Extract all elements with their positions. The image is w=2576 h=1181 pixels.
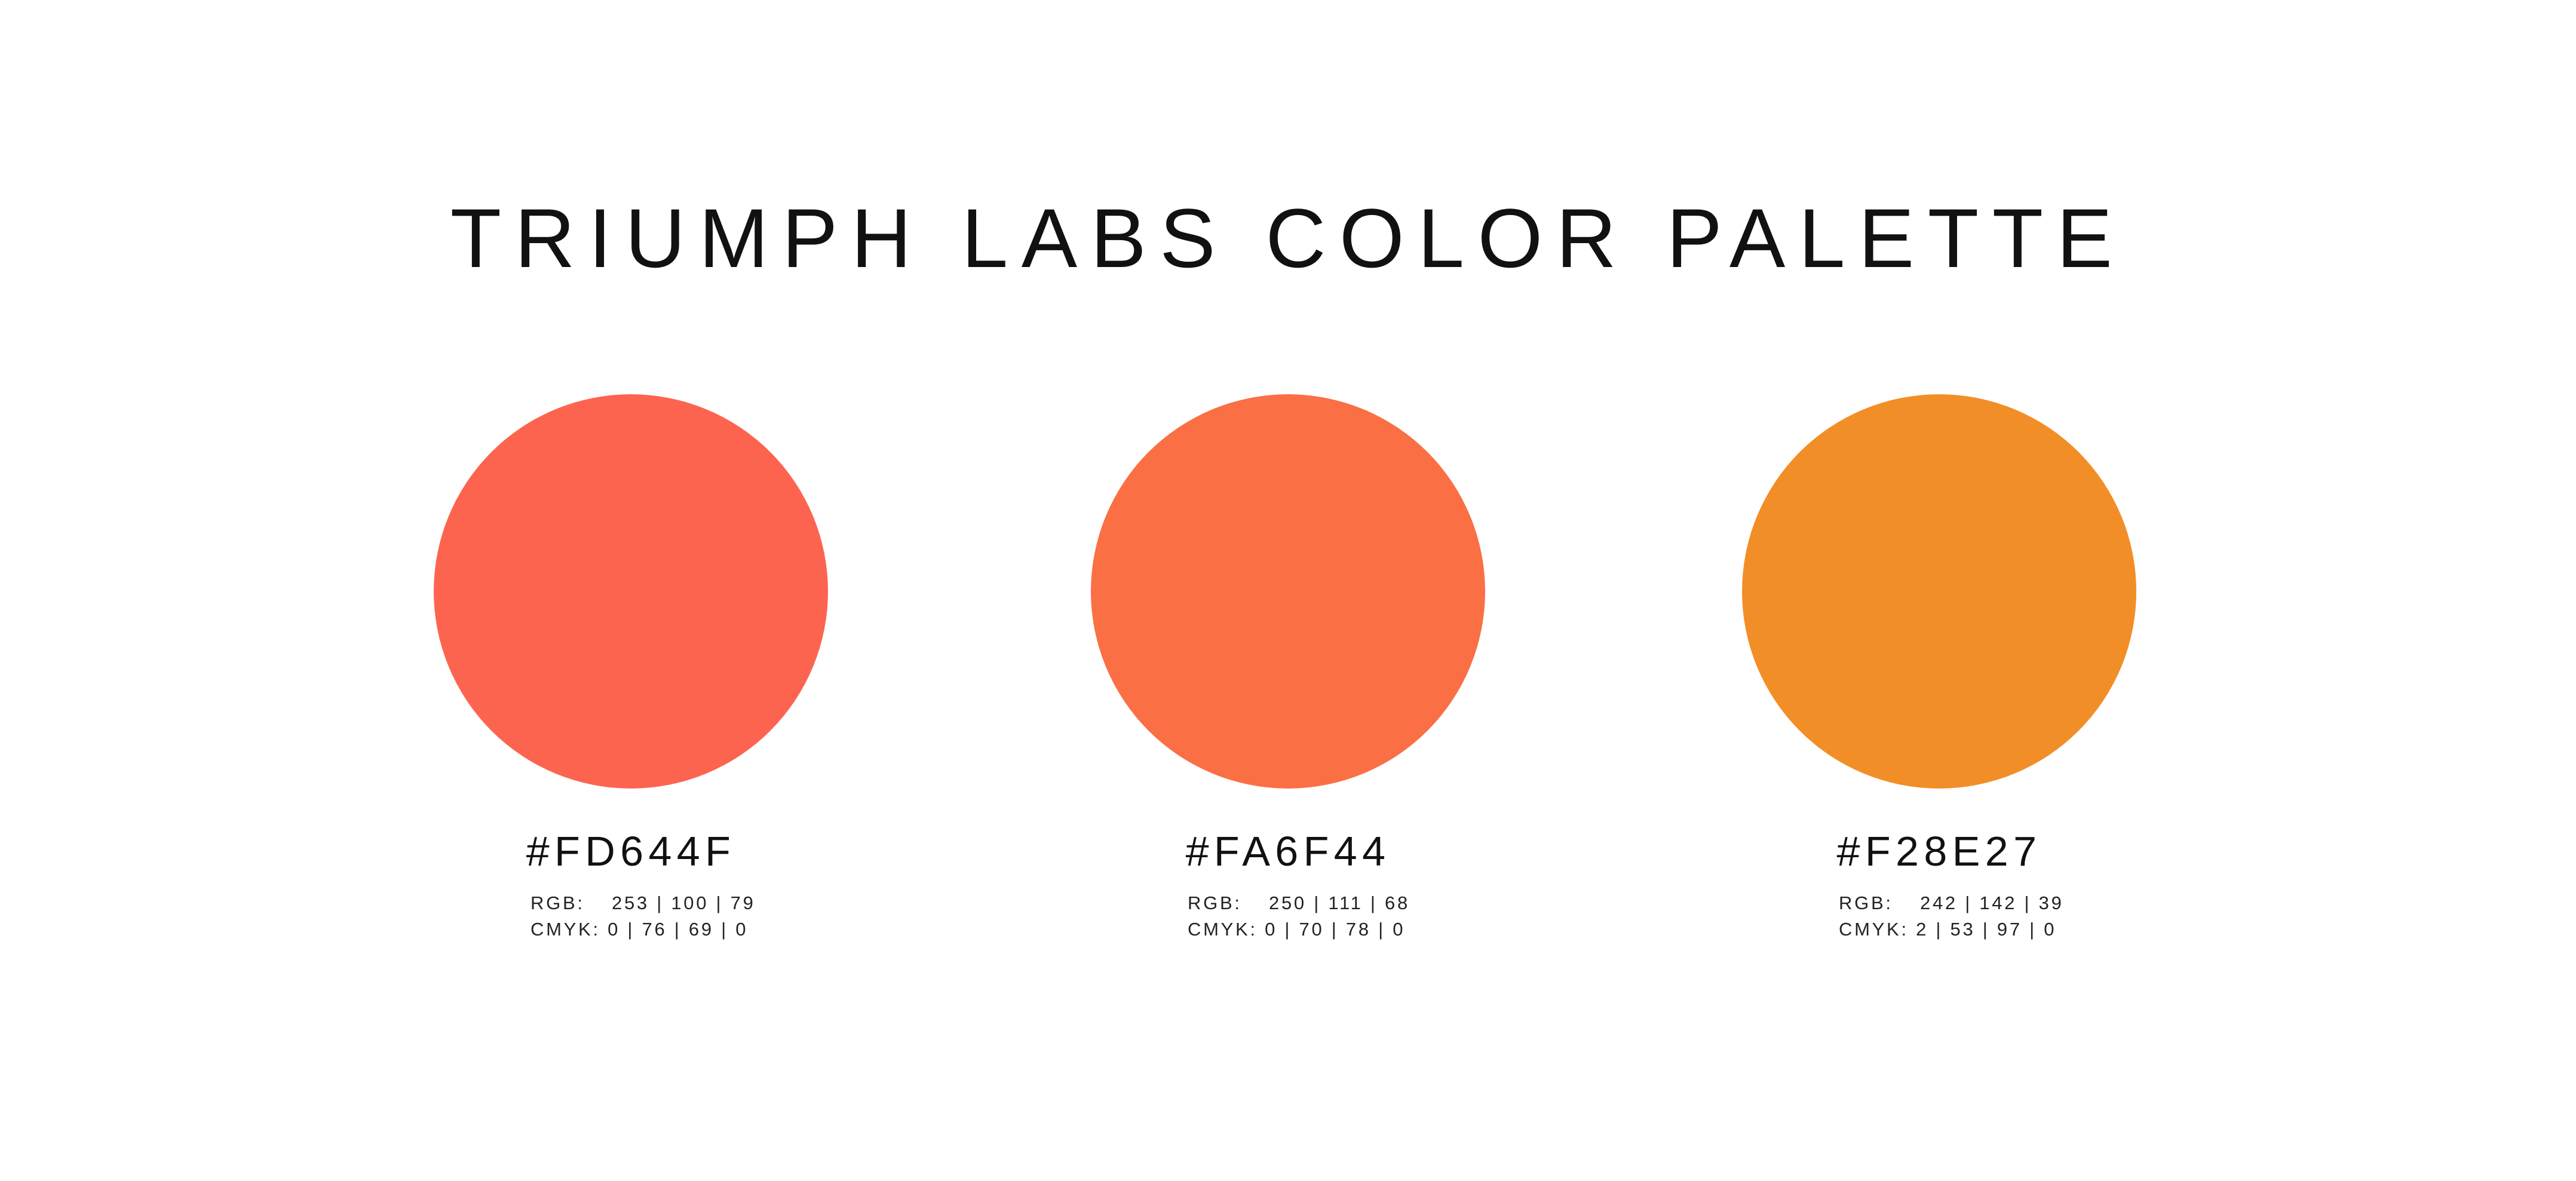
cmyk-line: CMYK: 0 | 70 | 78 | 0: [1188, 916, 1410, 943]
rgb-line: RGB: 250 | 111 | 68: [1188, 890, 1410, 916]
color-swatch-3: #F28E27 RGB: 242 | 142 | 39 CMYK: 2 | 53 …: [1736, 394, 2142, 944]
rgb-value: 250 | 111 | 68: [1269, 892, 1410, 913]
color-specs: RGB: 250 | 111 | 68 CMYK: 0 | 70 | 78 | 0: [1188, 890, 1410, 943]
cmyk-value: 2 | 53 | 97 | 0: [1916, 919, 2057, 940]
hex-code: #FA6F44: [1185, 828, 1391, 875]
cmyk-line: CMYK: 2 | 53 | 97 | 0: [1839, 916, 2064, 943]
rgb-label: RGB:: [530, 892, 585, 913]
hex-code: #F28E27: [1836, 828, 2042, 875]
color-swatch-1: #FD644F RGB: 253 | 100 | 79 CMYK: 0 | 76 …: [428, 394, 834, 944]
cmyk-label: CMYK:: [1188, 919, 1258, 940]
rgb-label: RGB:: [1839, 892, 1893, 913]
cmyk-label: CMYK:: [530, 919, 600, 940]
cmyk-value: 0 | 70 | 78 | 0: [1265, 919, 1406, 940]
color-circle: [434, 394, 828, 789]
cmyk-value: 0 | 76 | 69 | 0: [608, 919, 749, 940]
rgb-label: RGB:: [1188, 892, 1242, 913]
rgb-value: 242 | 142 | 39: [1920, 892, 2064, 913]
color-circle: [1742, 394, 2136, 789]
rgb-value: 253 | 100 | 79: [612, 892, 756, 913]
rgb-line: RGB: 242 | 142 | 39: [1839, 890, 2064, 916]
cmyk-line: CMYK: 0 | 76 | 69 | 0: [530, 916, 756, 943]
page-title: TRIUMPH LABS COLOR PALETTE: [450, 191, 2126, 285]
color-swatch-2: #FA6F44 RGB: 250 | 111 | 68 CMYK: 0 | 70 …: [1085, 394, 1491, 944]
hex-code: #FD644F: [526, 828, 736, 875]
color-circle: [1091, 394, 1485, 789]
color-specs: RGB: 242 | 142 | 39 CMYK: 2 | 53 | 97 | 0: [1839, 890, 2064, 943]
rgb-line: RGB: 253 | 100 | 79: [530, 890, 756, 916]
cmyk-label: CMYK:: [1839, 919, 1909, 940]
color-specs: RGB: 253 | 100 | 79 CMYK: 0 | 76 | 69 | 0: [530, 890, 756, 943]
